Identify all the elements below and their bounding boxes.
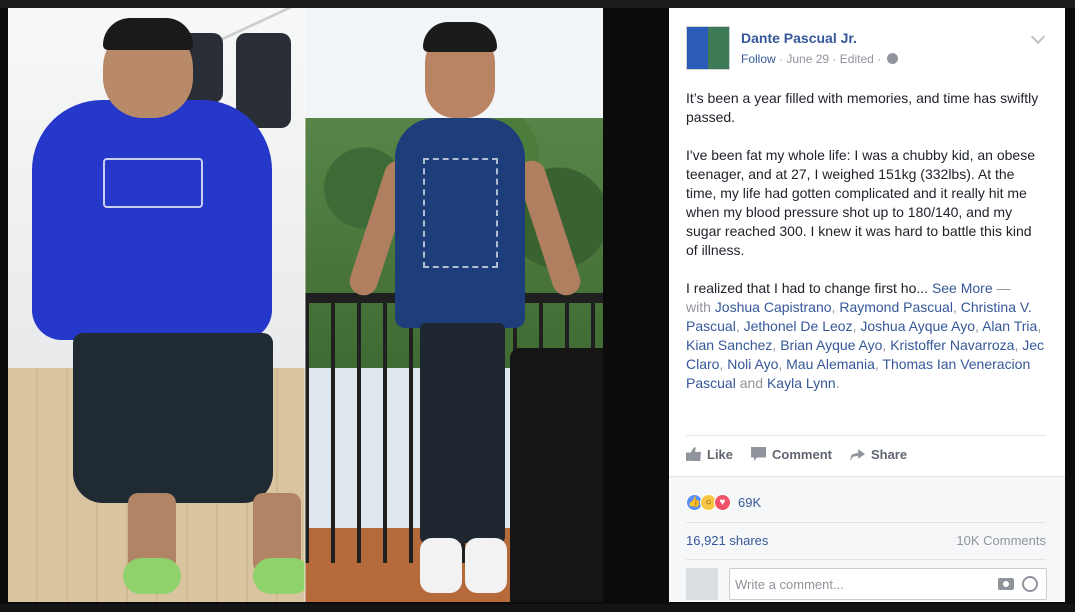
tag-comma: , [778, 356, 783, 372]
comment-composer [729, 568, 1047, 600]
edited-label[interactable]: Edited [840, 52, 874, 66]
tag-comma: , [719, 356, 724, 372]
tagged-person-link[interactable]: Alan Tria [982, 318, 1037, 334]
photo-person-shoe [420, 538, 462, 593]
tag-comma: , [874, 356, 879, 372]
photo-person-hair [103, 18, 193, 50]
photo-split-line [304, 8, 306, 602]
post-actions: Like Comment Share [686, 444, 907, 464]
post-paragraph-truncated: I realized that I had to change first ho… [686, 279, 1046, 393]
globe-icon[interactable] [887, 53, 899, 64]
post-meta: Follow · June 29 · Edited · [741, 52, 899, 66]
love-reaction-icon: ♥ [714, 494, 731, 511]
comment-input[interactable] [730, 569, 980, 599]
photo-shirt-print [423, 158, 498, 268]
tag-comma: , [975, 318, 979, 334]
photo-person-hair [423, 22, 497, 52]
action-divider [686, 435, 1046, 436]
photo-person-shoe [123, 558, 181, 594]
comment-icon [751, 447, 767, 461]
chevron-down-icon[interactable] [1030, 29, 1046, 45]
author-name[interactable]: Dante Pascual Jr. [741, 30, 857, 46]
with-label: with [686, 299, 711, 315]
post-photo[interactable] [8, 8, 603, 602]
like-label: Like [707, 446, 734, 462]
tagged-person-link[interactable]: Joshua Ayque Ayo [860, 318, 975, 334]
post-body: It’s been a year filled with memories, a… [686, 89, 1046, 412]
tag-period: . [835, 375, 840, 391]
reaction-count[interactable]: 69K [738, 495, 761, 510]
photo-chair [510, 348, 603, 602]
post-date[interactable]: June 29 [786, 52, 829, 66]
tag-comma: , [882, 337, 887, 353]
comment-button[interactable]: Comment [751, 447, 832, 462]
viewer-avatar [686, 568, 718, 600]
like-button[interactable]: Like [686, 447, 733, 462]
tagged-person-link[interactable]: Mau Alemania [786, 356, 875, 372]
emoji-icon[interactable] [1022, 576, 1038, 592]
comment-label: Comment [772, 446, 832, 462]
tagged-person-link[interactable]: Jethonel De Leoz [744, 318, 853, 334]
author-avatar[interactable] [686, 26, 730, 70]
truncated-text: I realized that I had to change first ho… [686, 280, 929, 296]
tagged-person-link[interactable]: Joshua Capistrano [715, 299, 832, 315]
tagged-person-link[interactable]: Kristoffer Navarroza [890, 337, 1014, 353]
tag-comma: , [1037, 318, 1042, 334]
meta-separator: · [832, 52, 837, 66]
background-page-top [0, 0, 1075, 8]
background-page-bottom [0, 604, 1075, 612]
post-paragraph: It’s been a year filled with memories, a… [686, 90, 1039, 125]
post-panel: Dante Pascual Jr. Follow · June 29 · Edi… [669, 8, 1065, 602]
with-dash: — [996, 280, 1011, 296]
follow-link[interactable]: Follow [741, 52, 776, 66]
photo-person-shoe [253, 558, 311, 594]
tag-comma: , [735, 318, 740, 334]
shares-count[interactable]: 16,921 shares [686, 533, 768, 548]
tagged-person-link[interactable]: Kian Sanchez [686, 337, 772, 353]
comments-count[interactable]: 10K Comments [956, 533, 1046, 548]
tag-comma: , [831, 299, 836, 315]
stats-divider [686, 522, 1046, 523]
photo-person-shoe [465, 538, 507, 593]
photo-after [305, 8, 603, 602]
photo-person-shirt [32, 100, 272, 340]
and-label: and [739, 375, 764, 391]
share-icon [849, 449, 865, 461]
reactions-section: 👍 ○ ♥ 69K 16,921 shares 10K Comments [669, 476, 1065, 602]
see-more-link[interactable]: See More [932, 280, 993, 296]
meta-separator: · [877, 52, 882, 66]
tagged-person-link[interactable]: Brian Ayque Ayo [780, 337, 882, 353]
like-icon [686, 447, 701, 461]
tagged-person-link[interactable]: Kayla Lynn [767, 375, 836, 391]
photo-before [8, 8, 311, 602]
reaction-summary[interactable]: 👍 ○ ♥ 69K [686, 494, 761, 511]
tag-comma: , [1014, 337, 1019, 353]
tag-comma: , [772, 337, 777, 353]
share-label: Share [870, 446, 908, 462]
photo-person-jeans [420, 323, 505, 543]
share-button[interactable]: Share [849, 446, 908, 462]
tagged-person-link[interactable]: Noli Ayo [727, 356, 778, 372]
tag-comma: , [952, 299, 957, 315]
post-paragraph: I've been fat my whole life: I was a chu… [686, 147, 1035, 258]
meta-separator: · [779, 52, 784, 66]
stats-divider [686, 559, 1046, 560]
camera-icon[interactable] [998, 578, 1014, 590]
tag-comma: , [852, 318, 857, 334]
photo-shirt-logo [103, 158, 203, 208]
tagged-person-link[interactable]: Raymond Pascual [839, 299, 953, 315]
photo-person-shorts [73, 333, 273, 503]
